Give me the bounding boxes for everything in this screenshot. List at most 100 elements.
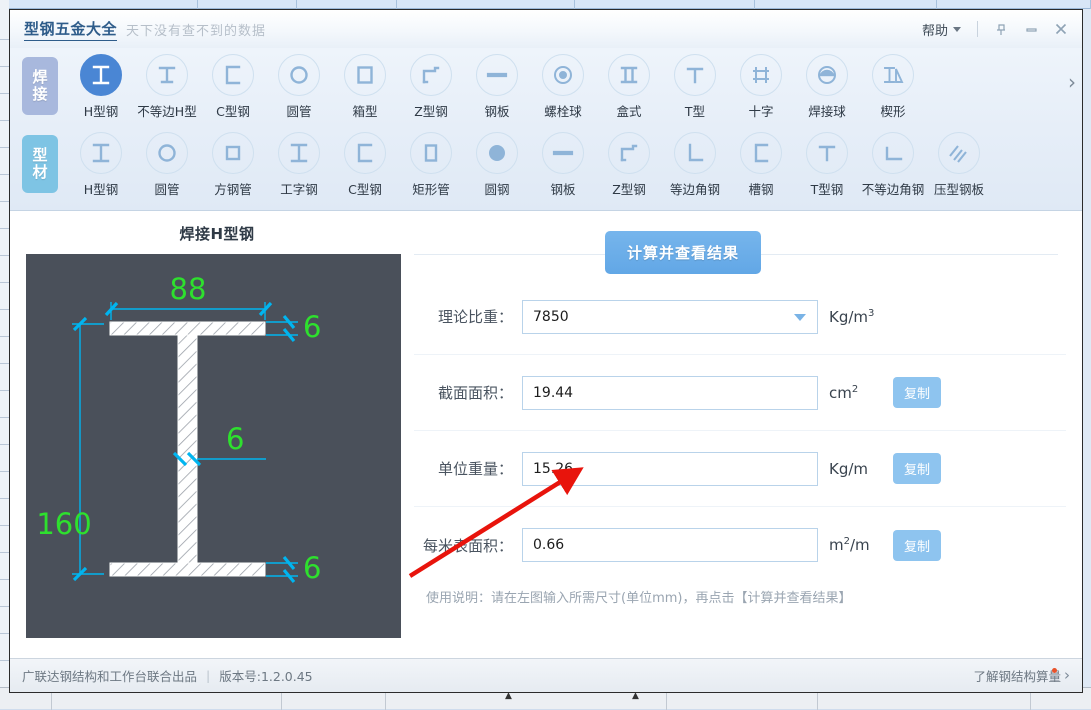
help-label: 帮助 (922, 20, 948, 39)
tool-welded-9[interactable]: T型 (662, 52, 728, 120)
tool-label: 矩形管 (412, 179, 450, 198)
learn-more-label: 了解钢结构算量 (973, 666, 1061, 685)
toolbar-row-profile: 型材 H型钢圆管方钢管工字钢 C型钢 矩形管圆钢钢板Z型钢等边角钢槽钢T型钢不等边角钢… (22, 128, 1082, 207)
beam-cross-section-drawing: 88 160 (26, 254, 401, 638)
tool-profile-5[interactable]: 矩形管 (398, 130, 464, 198)
beam-diagram-canvas[interactable]: 88 160 (26, 254, 401, 638)
tool-welded-6[interactable]: 钢板 (464, 52, 530, 120)
main-content: 焊接H型钢 (10, 211, 1082, 658)
tool-label: C型钢 (216, 101, 250, 120)
tool-welded-10[interactable]: 十字 (728, 52, 794, 120)
minimize-icon (1024, 22, 1039, 37)
tool-label: H型钢 (84, 101, 118, 120)
tool-welded-12[interactable]: 楔形 (860, 52, 926, 120)
tool-label: H型钢 (84, 179, 118, 198)
field-unit: cm2 (829, 384, 887, 402)
density-select-input[interactable] (522, 300, 818, 334)
tool-welded-3[interactable]: 圆管 (266, 52, 332, 120)
unit-text: Kg/m (829, 308, 868, 326)
tool-profile-12[interactable]: 不等边角钢 (860, 130, 926, 198)
tool-profile-1[interactable]: 圆管 (134, 130, 200, 198)
field-row: 每米表面积：m2/m复制 (414, 507, 1066, 583)
chevron-down-icon (953, 27, 961, 32)
t-section-icon (674, 54, 716, 96)
calculate-button[interactable]: 计算并查看结果 (605, 231, 761, 274)
category-tab-char: 接 (32, 86, 47, 103)
tool-welded-11[interactable]: 焊接球 (794, 52, 860, 120)
field-unit: Kg/m3 (829, 308, 887, 326)
tool-label: 圆管 (286, 101, 311, 120)
unit-text: cm (829, 384, 852, 402)
field-input-wrap (522, 452, 818, 486)
tool-label: 钢板 (484, 101, 509, 120)
tool-welded-0[interactable]: H型钢 (68, 52, 134, 120)
bolt-ball-icon (542, 54, 584, 96)
copy-button[interactable]: 复制 (893, 453, 941, 484)
tool-profile-10[interactable]: 槽钢 (728, 130, 794, 198)
category-tab-welded[interactable]: 焊接 (22, 57, 58, 115)
field-input[interactable] (522, 452, 818, 486)
tool-profile-13[interactable]: 压型钢板 (926, 130, 992, 198)
minimize-button[interactable] (1016, 16, 1046, 42)
calc-button-area: 计算并查看结果 (414, 231, 1066, 279)
unit-superscript: 3 (868, 308, 874, 319)
tool-welded-4[interactable]: 箱型 (332, 52, 398, 120)
round-tube-icon (146, 132, 188, 174)
category-tab-profile[interactable]: 型材 (22, 135, 58, 193)
notification-dot-icon (1052, 668, 1057, 673)
field-input-wrap (522, 300, 818, 334)
unit-text: Kg/m (829, 460, 868, 478)
close-button[interactable] (1046, 16, 1076, 42)
tool-welded-2[interactable]: C型钢 (200, 52, 266, 120)
c-channel-icon (212, 54, 254, 96)
tool-welded-8[interactable]: 盒式 (596, 52, 662, 120)
steel-plate-icon (542, 132, 584, 174)
z-section-icon (410, 54, 452, 96)
copy-button[interactable]: 复制 (893, 530, 941, 561)
window-controls: 帮助 (914, 16, 1076, 42)
tool-welded-7[interactable]: 螺栓球 (530, 52, 596, 120)
channel-steel-icon (740, 132, 782, 174)
tool-welded-5[interactable]: Z型钢 (398, 52, 464, 120)
tool-profile-6[interactable]: 圆钢 (464, 130, 530, 198)
tool-label: 楔形 (880, 101, 905, 120)
learn-more-link[interactable]: 了解钢结构算量 › (973, 666, 1070, 685)
square-tube-icon (212, 132, 254, 174)
field-input[interactable] (522, 376, 818, 410)
tool-profile-11[interactable]: T型钢 (794, 130, 860, 198)
tool-profile-3[interactable]: 工字钢 (266, 130, 332, 198)
tool-welded-1[interactable]: 不等边H型 (134, 52, 200, 120)
separator: | (206, 668, 210, 683)
tool-label: 十字 (748, 101, 773, 120)
i-steel-icon (278, 132, 320, 174)
unit-text: m (829, 536, 844, 554)
chevron-right-icon: › (1064, 668, 1070, 683)
unit-suffix: /m (850, 536, 870, 554)
tool-profile-4[interactable]: C型钢 (332, 130, 398, 198)
z-section-icon (608, 132, 650, 174)
tool-label: C型钢 (348, 179, 382, 198)
svg-text:6: 6 (303, 310, 321, 344)
help-menu-button[interactable]: 帮助 (914, 17, 969, 42)
equal-angle-icon (674, 132, 716, 174)
pin-button[interactable] (986, 16, 1016, 42)
profiled-plate-icon (938, 132, 980, 174)
field-label: 理论比重： (414, 306, 522, 327)
toolbar-scroll-right-icon[interactable]: › (1068, 72, 1076, 92)
category-tab-char: 材 (32, 164, 47, 181)
welded-ball-icon (806, 54, 848, 96)
field-unit: m2/m (829, 536, 887, 554)
field-input-wrap (522, 376, 818, 410)
tool-profile-8[interactable]: Z型钢 (596, 130, 662, 198)
svg-text:6: 6 (303, 551, 321, 585)
tool-profile-9[interactable]: 等边角钢 (662, 130, 728, 198)
app-title: 型钢五金大全 (24, 18, 117, 41)
tool-profile-0[interactable]: H型钢 (68, 130, 134, 198)
tool-profile-2[interactable]: 方钢管 (200, 130, 266, 198)
category-tab-char: 焊 (32, 69, 47, 86)
tool-profile-7[interactable]: 钢板 (530, 130, 596, 198)
field-list: 理论比重：Kg/m3截面面积：cm2复制单位重量：Kg/m复制每米表面积：m2/… (414, 279, 1066, 583)
field-input[interactable] (522, 528, 818, 562)
copy-button[interactable]: 复制 (893, 377, 941, 408)
status-bar: 广联达钢结构和工作台联合出品 | 版本号:1.2.0.45 了解钢结构算量 › (10, 658, 1082, 692)
